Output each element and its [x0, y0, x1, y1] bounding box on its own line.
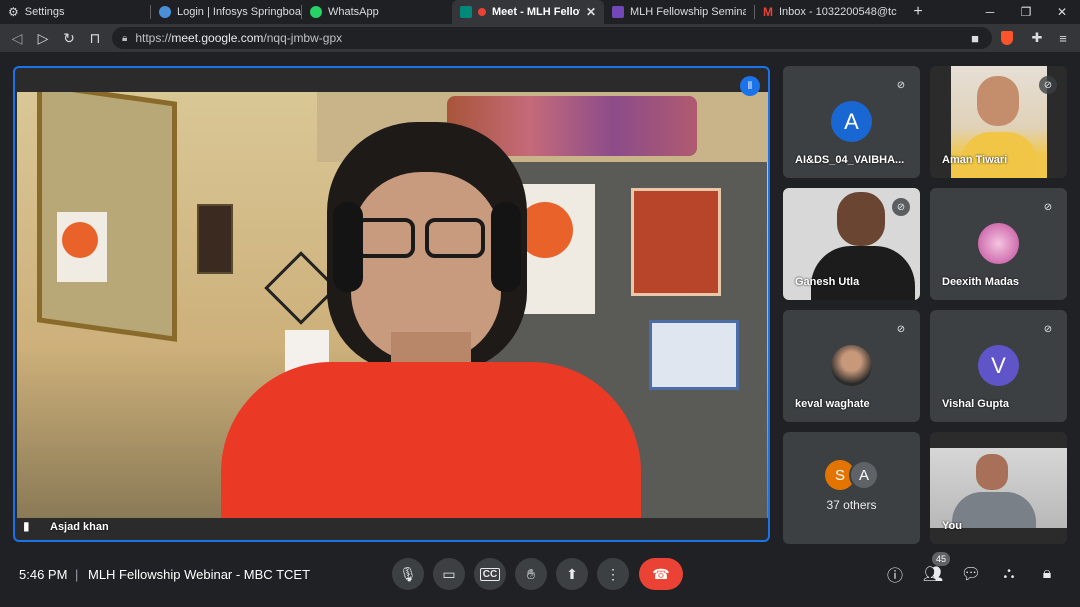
- camera-button[interactable]: ▭: [433, 558, 465, 590]
- back-icon[interactable]: ◁: [4, 25, 30, 51]
- meeting-separator: |: [75, 567, 79, 582]
- chat-icon[interactable]: 💬︎: [959, 562, 983, 586]
- reload-icon[interactable]: ↻: [56, 25, 82, 51]
- avatar: A: [831, 101, 872, 142]
- participant-tile[interactable]: A ⊘ AI&DS_04_VAIBHA...: [783, 66, 920, 178]
- participant-tile[interactable]: ⊘ keval waghate: [783, 310, 920, 422]
- tab-settings[interactable]: ⚙ Settings: [0, 0, 150, 24]
- self-tile[interactable]: You: [930, 432, 1067, 544]
- participant-tile[interactable]: ⊘ Deexith Madas: [930, 188, 1067, 300]
- tab-forms[interactable]: MLH Fellowship Seminar - Fc: [604, 0, 754, 24]
- activities-icon[interactable]: ⛬: [997, 562, 1021, 586]
- participant-video: [837, 192, 885, 246]
- more-options-button[interactable]: ⋮: [597, 558, 629, 590]
- avatar: [978, 223, 1019, 264]
- meeting-time: 5:46 PM: [19, 567, 68, 582]
- forward-icon[interactable]: ▷: [30, 25, 56, 51]
- gmail-icon: M: [763, 5, 773, 19]
- meet-icon: [460, 6, 472, 18]
- tab-whatsapp[interactable]: WhatsApp: [302, 0, 452, 24]
- gear-icon: ⚙: [8, 5, 19, 19]
- captions-button[interactable]: CC: [474, 558, 506, 590]
- tab-strip: ⚙ Settings Login | Infosys Springboard W…: [0, 0, 1080, 24]
- mic-off-icon: ⊘: [1039, 198, 1057, 216]
- present-button[interactable]: ⬆: [556, 558, 588, 590]
- brave-shield-icon[interactable]: [996, 27, 1018, 49]
- mic-off-icon: ⊘: [892, 198, 910, 216]
- whatsapp-icon: [310, 6, 322, 18]
- mic-off-icon: ⊘: [892, 320, 910, 338]
- meeting-title: MLH Fellowship Webinar - MBC TCET: [88, 567, 311, 582]
- lock-icon: 🔒︎: [122, 32, 128, 44]
- video-icon: ▭: [442, 565, 456, 582]
- others-count: 37 others: [826, 498, 877, 512]
- browser-toolbar: ◁ ▷ ↻ ⊓ 🔒︎ https://meet.google.com/nqq-j…: [0, 24, 1080, 52]
- extensions-icon[interactable]: ✚: [1026, 27, 1048, 49]
- bookmark-icon[interactable]: ⊓: [82, 25, 108, 51]
- captions-icon: CC: [479, 567, 501, 581]
- recording-icon: [478, 8, 486, 16]
- mic-icon: 🎙︎: [399, 565, 417, 582]
- menu-icon[interactable]: ≡: [1052, 27, 1074, 49]
- participant-tile[interactable]: V ⊘ Vishal Gupta: [930, 310, 1067, 422]
- main-speaker-tile[interactable]: ⦀ ▮ Asjad khan: [13, 66, 770, 542]
- hang-up-icon: ☎︎: [652, 565, 670, 582]
- participant-tile[interactable]: ⊘ Ganesh Utla: [783, 188, 920, 300]
- others-tile[interactable]: S A 37 others: [783, 432, 920, 544]
- camera-indicator-icon[interactable]: ■: [964, 27, 986, 49]
- mic-button[interactable]: 🎙︎: [392, 558, 424, 590]
- avatar: V: [978, 345, 1019, 386]
- main-speaker-name: Asjad khan: [50, 521, 109, 533]
- close-tab-icon[interactable]: ✕: [586, 5, 596, 19]
- tab-springboard[interactable]: Login | Infosys Springboard: [151, 0, 301, 24]
- minimize-icon[interactable]: ─: [972, 0, 1008, 24]
- tab-meet[interactable]: Meet - MLH Fellowship ✕: [452, 0, 604, 24]
- avatar: [831, 345, 872, 386]
- participant-tile[interactable]: ⊘ Aman Tiwari: [930, 66, 1067, 178]
- self-video: [930, 448, 1067, 528]
- leave-call-button[interactable]: ☎︎: [639, 558, 683, 590]
- more-vert-icon: ⋮: [606, 565, 620, 582]
- restore-icon[interactable]: ❐: [1008, 0, 1044, 24]
- forms-icon: [612, 6, 624, 18]
- close-window-icon[interactable]: ✕: [1044, 0, 1080, 24]
- raise-hand-button[interactable]: ✋︎: [515, 558, 547, 590]
- mic-off-icon: ⊘: [1039, 76, 1057, 94]
- pin-icon[interactable]: ▮: [23, 519, 30, 533]
- address-bar[interactable]: 🔒︎ https://meet.google.com/nqq-jmbw-gpx: [112, 27, 992, 49]
- mic-off-icon: ⊘: [1039, 320, 1057, 338]
- people-count-badge: 45: [932, 552, 950, 566]
- meeting-details-icon[interactable]: ⓘ: [883, 562, 907, 586]
- meeting-controls-bar: 5:46 PM | MLH Fellowship Webinar - MBC T…: [0, 550, 1080, 607]
- present-icon: ⬆: [566, 565, 578, 582]
- avatar: A: [849, 460, 879, 490]
- speaking-indicator-icon: ⦀: [740, 76, 760, 96]
- hand-icon: ✋︎: [527, 565, 535, 582]
- mic-off-icon: ⊘: [892, 76, 910, 94]
- new-tab-button[interactable]: +: [905, 0, 931, 24]
- host-controls-icon[interactable]: 🔒︎: [1035, 562, 1059, 586]
- speaker-video: [17, 92, 768, 518]
- springboard-icon: [159, 6, 171, 18]
- tab-gmail[interactable]: M Inbox - 1032200548@tcetmu: [755, 0, 905, 24]
